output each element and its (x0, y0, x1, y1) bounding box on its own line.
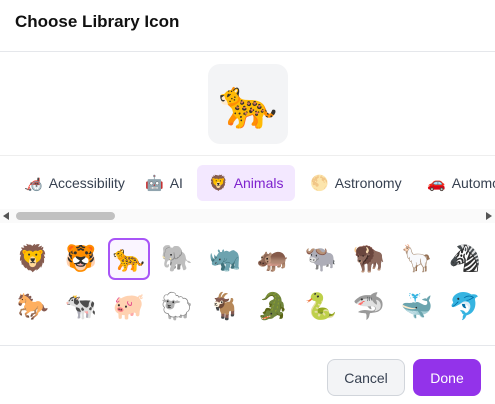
tab-ai[interactable]: 🤖 AI (133, 165, 195, 201)
goat-icon[interactable]: 🐐 (204, 286, 246, 328)
snake-icon[interactable]: 🐍 (300, 286, 342, 328)
lion-icon[interactable]: 🦁 (12, 238, 54, 280)
scroll-left-arrow-icon[interactable] (3, 212, 9, 220)
whale-icon[interactable]: 🐳 (396, 286, 438, 328)
bison-icon[interactable]: 🦬 (348, 238, 390, 280)
rhinoceros-icon[interactable]: 🦏 (204, 238, 246, 280)
selected-icon-preview: 🐆 (208, 64, 288, 144)
tabs-horizontal-scrollbar[interactable] (0, 209, 495, 223)
moon-icon: 🌕 (310, 174, 329, 192)
dialog-footer: Cancel Done (0, 345, 495, 404)
lion-icon: 🦁 (209, 174, 228, 192)
sheep-icon[interactable]: 🐑 (156, 286, 198, 328)
tab-label: AI (169, 175, 183, 191)
tab-label: Accessibility (48, 175, 125, 191)
tab-automotive[interactable]: 🚗 Automo (415, 165, 495, 201)
tab-astronomy[interactable]: 🌕 Astronomy (298, 165, 414, 201)
dialog-header: Choose Library Icon (0, 0, 495, 52)
pig-icon[interactable]: 🐖 (108, 286, 150, 328)
cow-icon[interactable]: 🐄 (60, 286, 102, 328)
wheelchair-icon: 🦽 (24, 174, 43, 192)
car-icon: 🚗 (427, 174, 446, 192)
dolphin-icon[interactable]: 🐬 (444, 286, 486, 328)
horse-icon[interactable]: 🐎 (12, 286, 54, 328)
shark-icon[interactable]: 🦈 (348, 286, 390, 328)
cancel-button[interactable]: Cancel (327, 359, 405, 396)
scroll-right-arrow-icon[interactable] (486, 212, 492, 220)
llama-icon[interactable]: 🦙 (396, 238, 438, 280)
category-tabs-area: 🦽 Accessibility 🤖 AI 🦁 Animals 🌕 Astrono… (0, 155, 495, 225)
scroll-thumb[interactable] (16, 212, 115, 220)
robot-icon: 🤖 (145, 174, 164, 192)
leopard-icon[interactable]: 🐆 (108, 238, 150, 280)
hippopotamus-icon[interactable]: 🦛 (252, 238, 294, 280)
zebra-icon[interactable]: 🦓 (444, 238, 486, 280)
category-tabs: 🦽 Accessibility 🤖 AI 🦁 Animals 🌕 Astrono… (0, 165, 495, 201)
tiger-icon[interactable]: 🐯 (60, 238, 102, 280)
water-buffalo-icon[interactable]: 🐃 (300, 238, 342, 280)
dialog-title: Choose Library Icon (15, 12, 180, 31)
crocodile-icon[interactable]: 🐊 (252, 286, 294, 328)
tab-accessibility[interactable]: 🦽 Accessibility (12, 165, 137, 201)
tab-label: Astronomy (334, 175, 402, 191)
tab-animals[interactable]: 🦁 Animals (197, 165, 296, 201)
elephant-icon[interactable]: 🐘 (156, 238, 198, 280)
tab-label: Automo (451, 175, 495, 191)
tab-label: Animals (233, 175, 284, 191)
done-button[interactable]: Done (413, 359, 481, 396)
leopard-icon: 🐆 (218, 76, 278, 132)
